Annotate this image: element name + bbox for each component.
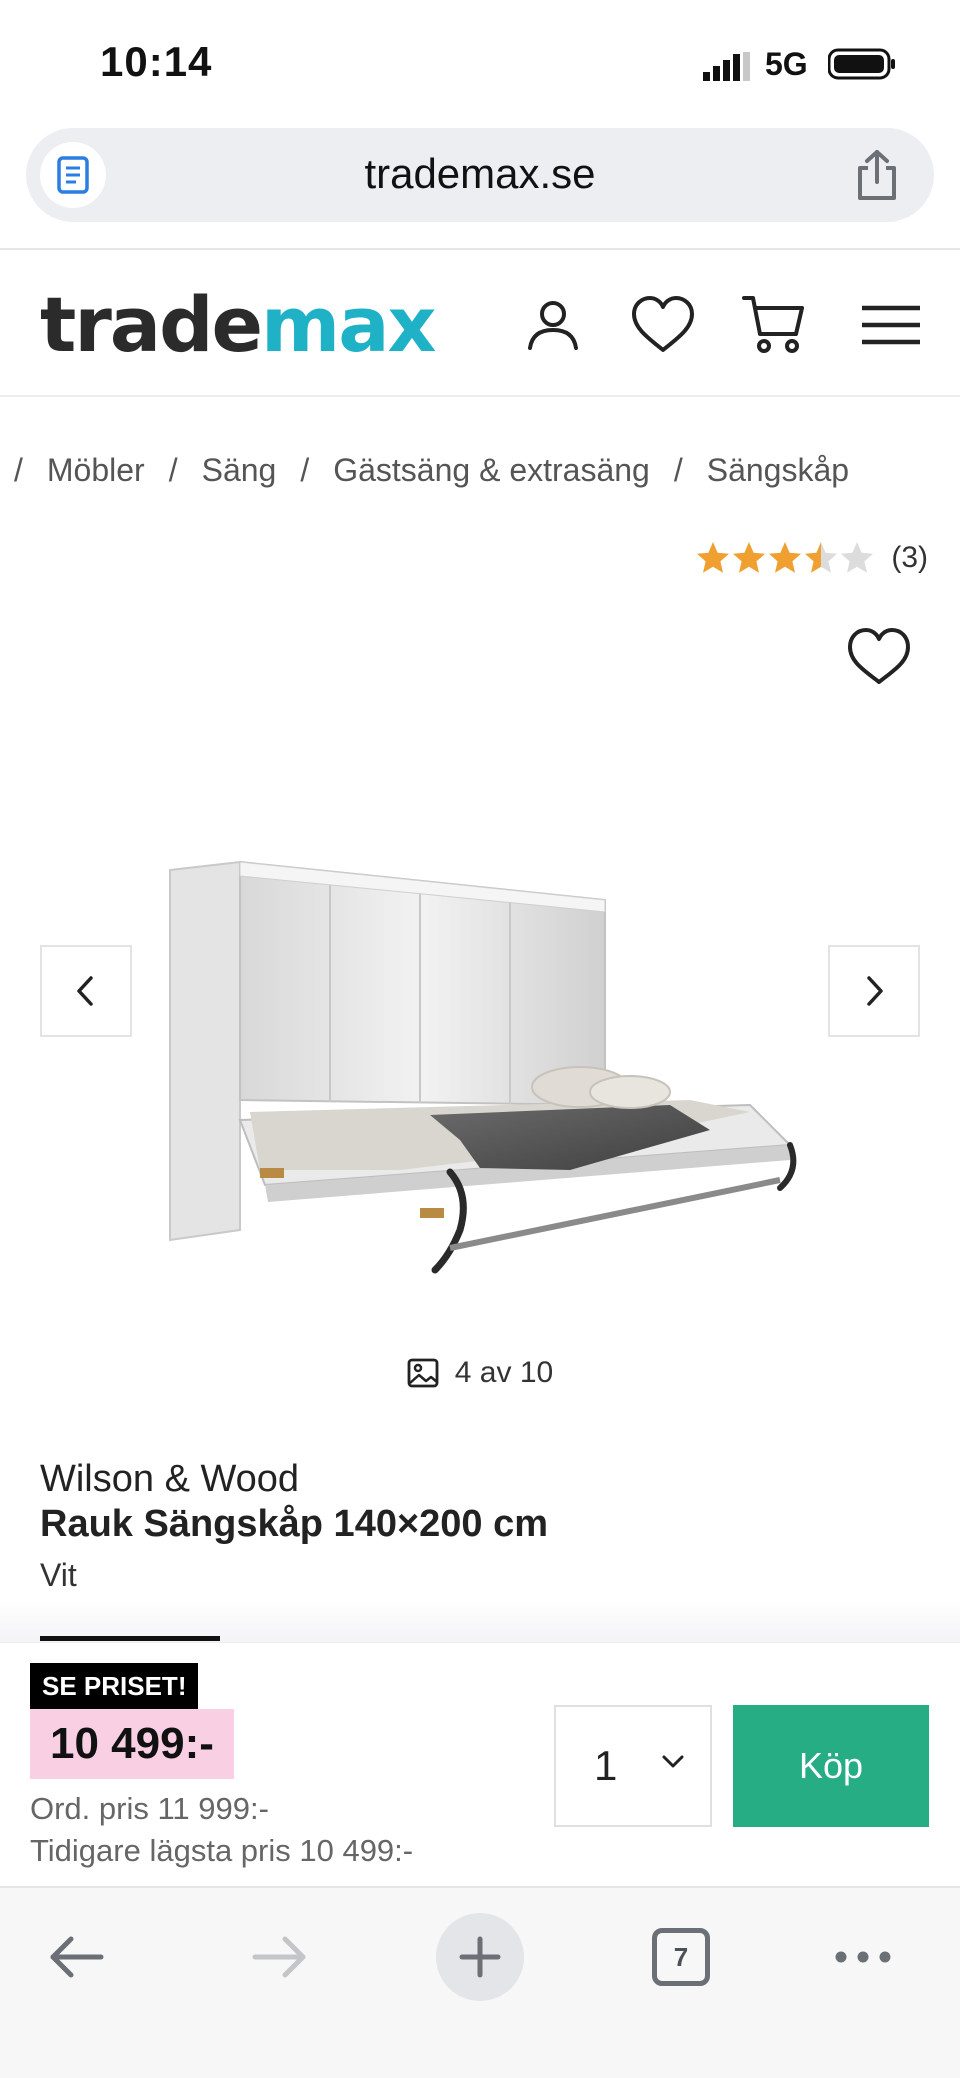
plus-icon xyxy=(459,1936,501,1978)
quantity-value: 1 xyxy=(594,1742,618,1789)
breadcrumb-item-mobler[interactable]: Möbler xyxy=(47,452,145,489)
chevron-left-icon xyxy=(77,976,93,1006)
quantity-select[interactable]: 1 xyxy=(554,1705,712,1827)
breadcrumb-item-gastsang[interactable]: Gästsäng & extrasäng xyxy=(333,452,650,489)
current-price: 10 499:- xyxy=(30,1709,234,1779)
breadcrumb-item-sang[interactable]: Säng xyxy=(202,452,277,489)
status-time: 10:14 xyxy=(100,38,213,85)
cart-icon[interactable] xyxy=(740,290,810,360)
rating-count[interactable]: (3) xyxy=(891,541,928,575)
share-icon[interactable] xyxy=(850,148,904,202)
lowest-previous-price: Tidigare lägsta pris 10 499:- xyxy=(30,1833,414,1868)
product-variant: Vit xyxy=(40,1557,77,1593)
ordinary-price: Ord. pris 11 999:- xyxy=(30,1791,269,1826)
product-image[interactable] xyxy=(150,850,810,1300)
product-title: Rauk Sängskåp 140×200 cm xyxy=(40,1503,549,1545)
more-dots-icon xyxy=(835,1951,891,1963)
product-brand[interactable]: Wilson & Wood xyxy=(40,1458,299,1501)
url-bar[interactable]: trademax.se xyxy=(26,128,934,222)
url-text[interactable]: trademax.se xyxy=(26,150,934,198)
browser-toolbar: 7 xyxy=(0,1886,960,2078)
image-counter-text: 4 av 10 xyxy=(454,1356,554,1389)
forward-button[interactable] xyxy=(224,1912,334,2002)
carousel-prev-button[interactable] xyxy=(40,945,132,1037)
more-options-button[interactable] xyxy=(808,1912,918,2002)
product-rating[interactable]: (3) xyxy=(695,540,928,576)
breadcrumb-item-sangskap[interactable]: Sängskåp xyxy=(707,452,849,489)
rating-stars xyxy=(695,540,875,576)
arrow-left-icon xyxy=(50,1936,104,1978)
chevron-right-icon xyxy=(867,976,883,1006)
image-counter: 4 av 10 xyxy=(0,1356,960,1390)
buy-bar: SE PRISET! 10 499:- Ord. pris 11 999:- T… xyxy=(0,1642,960,1886)
tabs-count: 7 xyxy=(652,1928,710,1986)
menu-icon[interactable] xyxy=(856,290,926,360)
breadcrumb: / Möbler / Säng / Gästsäng & extrasäng /… xyxy=(14,452,850,489)
buy-button[interactable]: Köp xyxy=(733,1705,929,1827)
status-bar: 10:14 5G xyxy=(0,0,960,125)
active-tab-indicator xyxy=(40,1636,220,1641)
back-button[interactable] xyxy=(22,1912,132,2002)
trademax-logo[interactable]: trademax xyxy=(40,280,437,369)
account-icon[interactable] xyxy=(518,290,588,360)
arrow-right-icon xyxy=(252,1936,306,1978)
chevron-down-icon xyxy=(662,1755,684,1768)
new-tab-button[interactable] xyxy=(425,1912,535,2002)
favorite-heart-icon[interactable] xyxy=(846,626,912,686)
tabs-button[interactable]: 7 xyxy=(626,1912,736,2002)
carousel-next-button[interactable] xyxy=(828,945,920,1037)
star-rating-icon xyxy=(697,542,874,573)
price-tag-badge: SE PRISET! xyxy=(30,1663,199,1710)
image-icon xyxy=(407,1358,439,1388)
wishlist-heart-icon[interactable] xyxy=(628,290,698,360)
signal-icon xyxy=(703,52,750,81)
site-header: trademax xyxy=(0,250,960,397)
battery-icon xyxy=(828,48,895,80)
network-type: 5G xyxy=(765,46,808,82)
